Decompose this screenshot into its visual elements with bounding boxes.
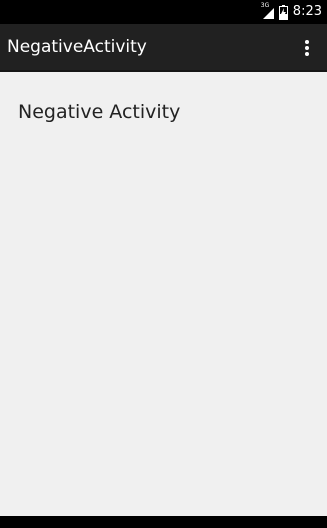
network-type-label: 3G — [260, 2, 270, 9]
overflow-menu-button[interactable] — [299, 37, 315, 59]
app-screen: 3G 8:23 NegativeActivity Negative Activi… — [0, 0, 327, 528]
more-vertical-icon — [305, 40, 309, 56]
status-clock: 8:23 — [292, 4, 322, 19]
bottom-bar — [0, 516, 327, 528]
status-icons: 3G 8:23 — [261, 0, 322, 24]
status-bar: 3G 8:23 — [0, 0, 327, 24]
activity-label: Negative Activity — [18, 101, 181, 123]
action-bar: NegativeActivity — [0, 24, 327, 72]
signal-icon: 3G — [260, 2, 275, 20]
action-bar-title: NegativeActivity — [7, 37, 147, 57]
content-area: Negative Activity — [0, 72, 327, 516]
battery-charging-icon — [279, 4, 289, 20]
